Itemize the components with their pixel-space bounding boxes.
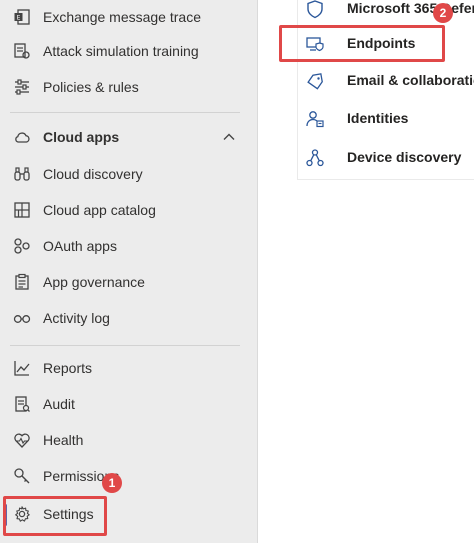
left-navigation: E Exchange message trace Attack simulati… xyxy=(0,0,258,543)
chevron-up-icon[interactable] xyxy=(222,130,236,144)
nav-item-cloud-discovery[interactable]: Cloud discovery xyxy=(0,156,258,192)
panel-item-identities[interactable]: Identities xyxy=(297,101,474,137)
exchange-icon: E xyxy=(12,7,32,27)
cloud-icon xyxy=(12,127,32,147)
nav-section-label: Cloud apps xyxy=(43,129,120,145)
svg-text:E: E xyxy=(17,15,21,22)
shield-icon xyxy=(305,0,325,19)
nav-item-app-governance[interactable]: App governance xyxy=(0,264,258,300)
panel-item-device-discovery[interactable]: Device discovery xyxy=(297,140,474,176)
nav-item-audit[interactable]: Audit xyxy=(0,386,258,422)
tag-icon xyxy=(305,71,325,91)
panel-item-label: Email & collaboration xyxy=(347,72,474,88)
nav-item-activity-log[interactable]: Activity log xyxy=(0,300,258,336)
clipboard-icon xyxy=(12,272,32,292)
identity-icon xyxy=(305,109,325,129)
callout-badge-2: 2 xyxy=(433,3,453,23)
panel-item-label: Microsoft 365 Defender xyxy=(347,0,474,16)
key-icon xyxy=(12,466,32,486)
network-nodes-icon xyxy=(305,148,325,168)
nav-label: App governance xyxy=(43,274,145,290)
nav-item-cloud-app-catalog[interactable]: Cloud app catalog xyxy=(0,192,258,228)
nav-label: OAuth apps xyxy=(43,238,117,254)
glasses-icon xyxy=(12,308,32,328)
callout-badge-1: 1 xyxy=(102,473,122,493)
nav-label: Activity log xyxy=(43,310,110,326)
catalog-icon xyxy=(12,200,32,220)
nav-item-attack-simulation-training[interactable]: Attack simulation training xyxy=(0,33,258,69)
nav-item-health[interactable]: Health xyxy=(0,422,258,458)
nav-item-exchange-message-trace[interactable]: E Exchange message trace xyxy=(0,0,258,35)
heart-pulse-icon xyxy=(12,430,32,450)
nav-label: Cloud app catalog xyxy=(43,202,156,218)
nav-label: Health xyxy=(43,432,84,448)
callout-highlight-settings xyxy=(3,496,107,536)
chart-line-icon xyxy=(12,358,32,378)
nav-item-permissions[interactable]: Permissions xyxy=(0,458,258,494)
nav-item-reports[interactable]: Reports xyxy=(0,350,258,386)
nav-label: Attack simulation training xyxy=(43,43,199,59)
panel-item-label: Identities xyxy=(347,110,409,126)
binoculars-icon xyxy=(12,164,32,184)
nav-label: Policies & rules xyxy=(43,79,139,95)
sliders-icon xyxy=(12,77,32,97)
nav-label: Reports xyxy=(43,360,93,376)
audit-icon xyxy=(12,394,32,414)
panel-item-email-collaboration[interactable]: Email & collaboration xyxy=(297,63,474,99)
panel-item-label: Device discovery xyxy=(347,149,462,165)
callout-highlight-endpoints xyxy=(279,25,445,62)
nav-section-cloud-apps[interactable]: Cloud apps xyxy=(0,119,258,155)
nav-item-oauth-apps[interactable]: OAuth apps xyxy=(0,228,258,264)
nav-label: Cloud discovery xyxy=(43,166,143,182)
nav-divider xyxy=(10,112,240,113)
oauth-icon xyxy=(12,236,32,256)
nav-divider xyxy=(10,345,240,346)
simulation-icon xyxy=(12,41,32,61)
nav-label: Audit xyxy=(43,396,75,412)
nav-item-policies-rules[interactable]: Policies & rules xyxy=(0,69,258,105)
nav-label: Exchange message trace xyxy=(43,9,201,25)
